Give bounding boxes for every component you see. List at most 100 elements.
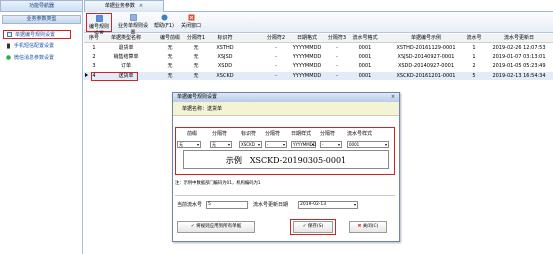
table-cell: 订单 [120,63,131,69]
table-cell: 无 [193,63,199,69]
label-separator-2: 分隔符 [265,131,281,137]
example-note: 注：示例中数据部门编码为01，机构编码为1 [175,181,261,186]
separator-1-select-value: 无 [212,142,216,147]
left-nav-header: 业务参数类型 [2,15,81,24]
wechat-icon [6,55,11,60]
separator-2-select[interactable]: - ▾ [265,141,287,148]
toolbar-label: 关闭窗口 [180,23,201,29]
table-cell: - [275,45,277,51]
help-button[interactable]: 帮助(F1) [152,13,176,32]
column-header: 单据类型名称 [110,35,141,41]
table-cell: XSTHD [216,45,234,51]
column-header: 分隔符1 [186,35,206,41]
prefix-select-value: 无 [179,142,183,147]
save-button[interactable]: ✔ 保存(S) [293,221,333,233]
business-rule-settings-button[interactable]: 业务单规则设置 [116,13,150,36]
table-cell: XSJSD-20140927-0001 [397,54,455,60]
apply-to-all-docs-button[interactable]: ✔ 将规则应用到所有单据 [177,221,255,233]
nav-item-sms-config[interactable]: 手机短信配置设置 [6,42,82,51]
save-check-icon: ✔ [302,224,307,229]
table-cell: 无 [167,54,173,60]
row-pointer-icon [85,73,88,77]
date-style-select[interactable]: YYYYMMDD ▾ [291,141,316,148]
table-cell: 2019-02-13 16:54:34 [492,73,546,79]
current-serial-input[interactable]: 5 [206,201,248,209]
label-identifier: 标识符 [241,131,257,137]
prefix-select[interactable]: 无 ▾ [177,141,201,148]
rules-icon [129,14,137,21]
table-cell: XSDD [217,63,233,69]
table-cell: XSTHD-20161129-0001 [396,45,456,51]
table-cell: 2019-01-07 03:13:01 [492,54,546,60]
table-cell: - [275,73,277,79]
table-cell: 无 [167,63,173,69]
nav-item-wechat-params[interactable]: 微信消息参数设置 [6,54,82,63]
chevron-down-icon: ▾ [282,142,285,147]
table-cell: - [336,73,338,79]
update-date-picker[interactable]: 2019-02-13 ▾ [298,201,358,209]
table-cell: YYYYMMDD [292,73,322,79]
serial-style-select[interactable]: 0001 ▾ [347,141,389,148]
table-cell: 1 [472,45,476,51]
help-icon [161,14,168,21]
table-cell: 3 [92,63,96,69]
close-window-button[interactable]: 关闭窗口 [178,13,204,32]
doc-rules-table: 序号 单据类型名称 编号前缀 分隔符1 标识符 分隔符2 日期格式 分隔符3 流… [84,34,553,82]
dialog-title: 单据编号规则设置 [173,93,399,102]
table-cell: 无 [167,73,173,79]
table-cell: 2 [92,54,96,60]
close-button[interactable]: ✖ 关闭(C) [349,221,387,233]
table-cell: 0001 [358,45,372,51]
phone-icon [6,43,11,49]
chevron-down-icon: ▾ [196,142,199,147]
chevron-down-icon: ▾ [311,142,314,147]
table-row[interactable]: 3 订单 无 无 XSDD - YYYYMMDD - 0001 XSDD-201… [84,62,553,70]
table-cell: - [336,45,338,51]
nav-item-label: 手机短信配置设置 [14,43,55,49]
table-cell: 无 [193,73,199,79]
table-cell: 2019-01-05 05:23:49 [492,63,546,69]
tab-close-icon[interactable]: × [139,3,143,9]
table-row[interactable]: 1 退货单 无 无 XSTHD - YYYYMMDD - 0001 XSTHD-… [84,44,553,52]
chevron-down-icon: ▾ [353,202,356,207]
dialog-close-icon[interactable]: × [389,94,397,101]
table-cell: XSCKD-20161201-0001 [396,73,456,79]
column-header: 日期格式 [296,35,317,41]
serial-style-select-value: 0001 [349,142,360,147]
apply-check-icon: ✔ [190,224,195,229]
table-cell: 销售结算单 [113,54,139,60]
identifier-select[interactable]: XSCKD ▾ [239,141,262,148]
label-serial-style: 流水号样式 [347,131,373,137]
number-rule-settings-button[interactable]: 编号规则设置 [86,13,112,37]
separator-3-select[interactable]: - ▾ [320,141,342,148]
table-cell: XSDD-20140927-0001 [397,63,455,69]
update-date-value: 2019-02-13 [300,202,327,207]
label-date-style: 日期样式 [291,131,312,137]
table-cell: - [336,54,338,60]
current-serial-label: 当前流水号 [177,202,203,208]
table-row[interactable]: 2 销售结算单 无 无 XSJSD - YYYYMMDD - 0001 XSJS… [84,53,553,61]
nav-item-doc-number-rules[interactable]: 单据编号规则设置 [3,30,71,39]
table-cell: 退货单 [118,45,134,51]
column-header: 单据编号示例 [410,35,441,41]
label-separator-1: 分隔符 [212,131,228,137]
chevron-down-icon: ▾ [384,142,387,147]
table-cell: - [275,54,277,60]
separator-1-select[interactable]: 无 ▾ [210,141,232,148]
table-cell: - [336,63,338,69]
table-row-selected[interactable]: 4 送货单 无 无 XSCKD - YYYYMMDD - 0001 XSCKD-… [84,72,553,80]
column-header: 分隔符3 [327,35,347,41]
function-navigator-tab[interactable]: 功能导航器 [0,0,83,12]
close-window-icon [188,14,195,21]
settings-icon [95,15,103,22]
nav-item-label: 微信消息参数设置 [14,55,55,61]
tab-doc-business-params[interactable]: 单据业务参数 × [84,0,164,12]
close-label: 关闭(C) [362,224,379,229]
column-header: 标识符 [217,35,233,41]
separator-3-select-value: - [322,142,324,147]
table-header: 序号 单据类型名称 编号前缀 分隔符1 标识符 分隔符2 日期格式 分隔符3 流… [84,34,553,43]
selected-row-highlight [91,72,138,81]
table-cell: - [275,63,277,69]
chevron-down-icon: ▾ [257,142,260,147]
table-cell: YYYYMMDD [292,54,322,60]
